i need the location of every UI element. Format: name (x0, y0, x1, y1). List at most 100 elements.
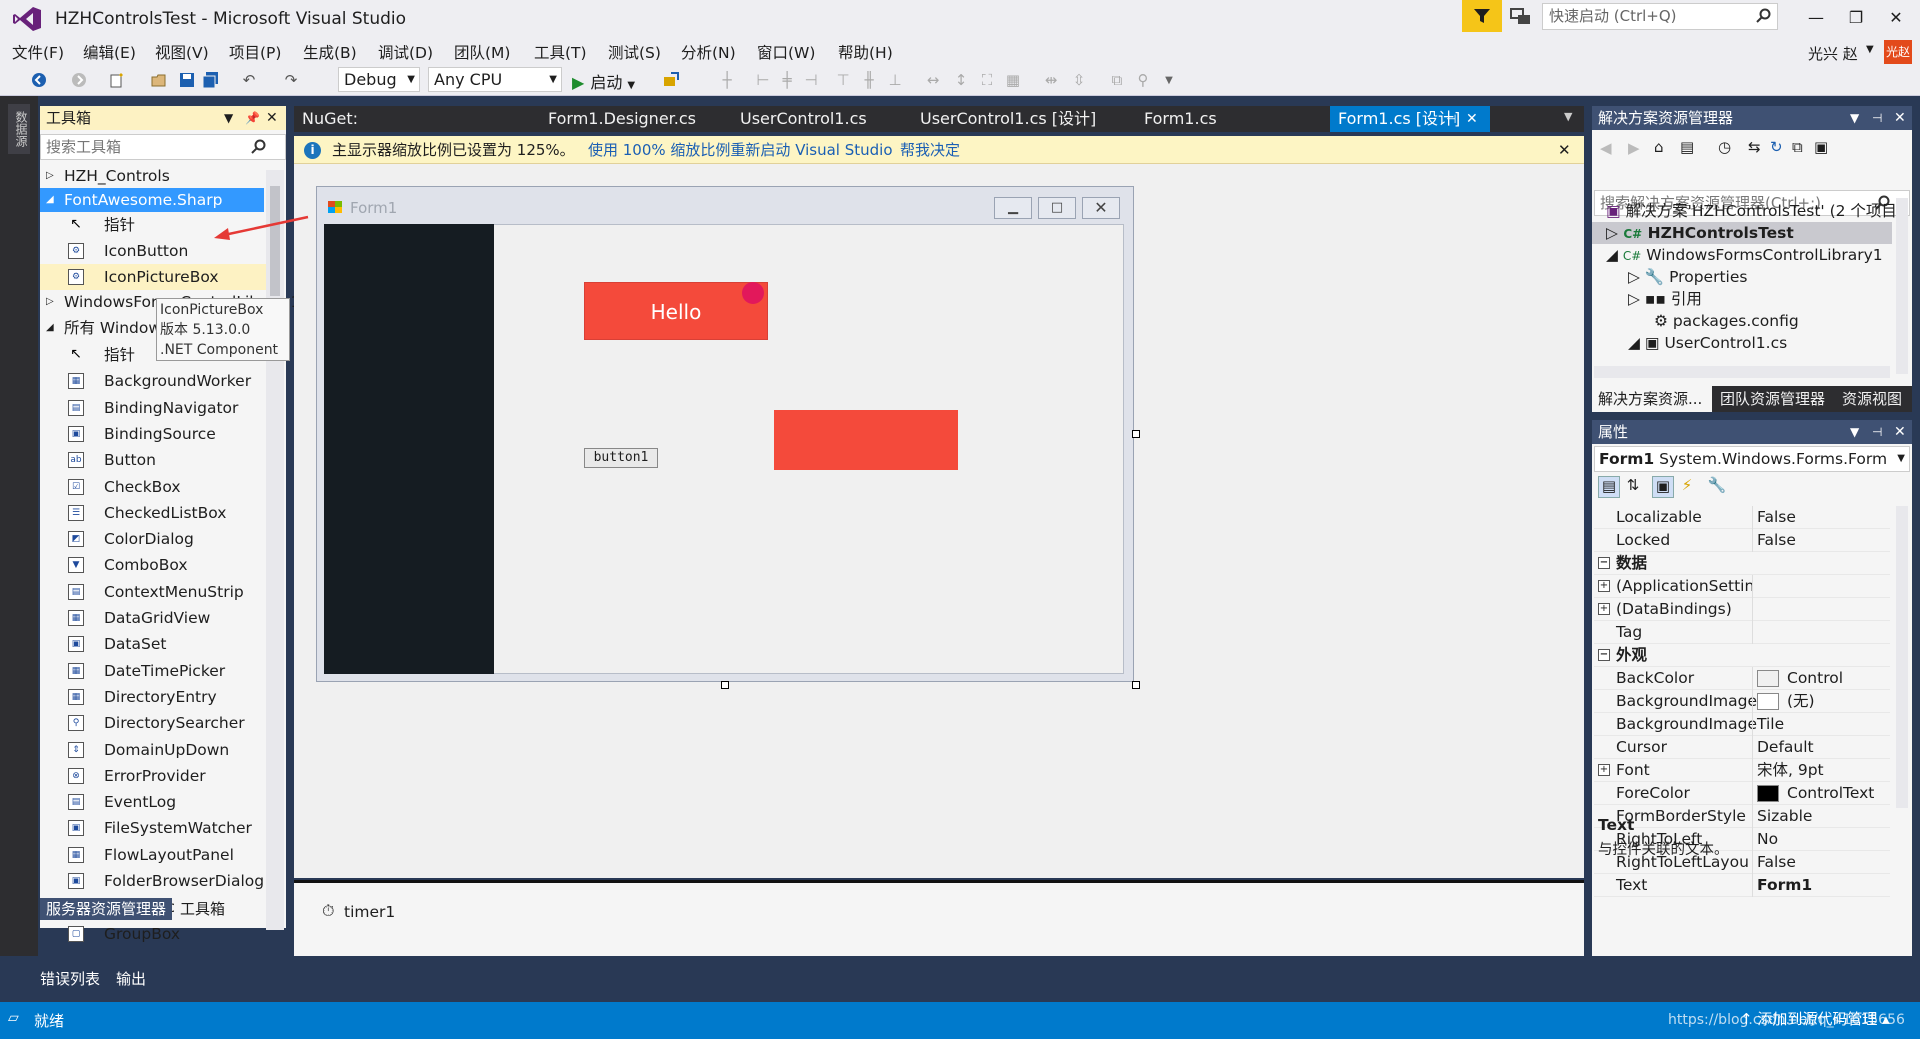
toolbox-item[interactable]: ▦ DirectoryEntry (40, 684, 266, 710)
toolbox-item[interactable]: ▦ FlowLayoutPanel (40, 842, 266, 868)
property-row[interactable]: Localizable False (1594, 506, 1890, 529)
platform-select[interactable]: Any CPU ▼ (428, 67, 562, 92)
collapse-icon[interactable]: ◢ (1628, 334, 1640, 352)
refresh-icon[interactable]: ↻ (1770, 138, 1783, 156)
search-icon[interactable] (1756, 8, 1772, 24)
tab-form1-cs[interactable]: Form1.cs (1136, 106, 1296, 132)
toolbox-item[interactable]: ab Button (40, 447, 266, 473)
home-icon[interactable]: ⌂ (1654, 138, 1664, 156)
maximize-button[interactable]: ❐ (1838, 4, 1874, 32)
properties-header[interactable]: 属性 ▼ ⊣ ✕ (1592, 420, 1912, 444)
property-value[interactable]: False (1752, 851, 1892, 874)
menu-edit[interactable]: 编辑(E) (83, 41, 136, 63)
tree-solution[interactable]: ▣ 解决方案'HZHControlsTest' (2 个项目 (1606, 200, 1897, 222)
pin-icon[interactable]: 📌 (245, 106, 260, 130)
button1[interactable]: button1 (584, 448, 658, 468)
resize-handle-corner[interactable] (1132, 681, 1140, 689)
back-icon[interactable]: ◀ (1600, 139, 1612, 157)
expand-icon[interactable]: ▷ (1606, 224, 1618, 242)
property-value[interactable]: Default (1752, 736, 1892, 759)
property-value[interactable]: No (1752, 828, 1892, 851)
property-row[interactable]: FormBorderStyle Sizable (1594, 805, 1890, 828)
spacing-vertical-icon[interactable]: ⇳ (1068, 69, 1090, 91)
collapse-all-icon[interactable]: ⧉ (1792, 138, 1803, 156)
forward-icon[interactable] (68, 69, 90, 91)
object-selector[interactable]: Form1 System.Windows.Forms.Form ▼ (1594, 446, 1910, 472)
toolbox-item[interactable]: ⊗ ErrorProvider (40, 763, 266, 789)
menu-window[interactable]: 窗口(W) (757, 41, 815, 63)
toolbox-item[interactable]: ▤ BindingNavigator (40, 395, 266, 421)
restart-100-link[interactable]: 使用 100% 缩放比例重新启动 Visual Studio (588, 136, 893, 164)
menu-help[interactable]: 帮助(H) (838, 41, 893, 63)
menu-file[interactable]: 文件(F) (12, 41, 64, 63)
bring-to-front-icon[interactable]: ⧉ (1106, 69, 1128, 91)
same-height-icon[interactable]: ↕ (950, 69, 972, 91)
close-icon[interactable]: ✕ (1558, 136, 1571, 164)
form-close-button[interactable]: ✕ (1082, 197, 1120, 219)
search-icon[interactable] (251, 139, 267, 155)
menu-debug[interactable]: 调试(D) (378, 41, 433, 63)
configuration-select[interactable]: Debug ▼ (338, 67, 420, 92)
history-icon[interactable]: ◷ (1718, 138, 1731, 156)
property-value[interactable]: 宋体, 9pt (1752, 759, 1892, 782)
toolbox-item[interactable]: ⚲ DirectorySearcher (40, 710, 266, 736)
properties-view-icon[interactable]: ▣ (1652, 476, 1674, 498)
expand-icon[interactable]: ▷ (1628, 290, 1640, 308)
property-value[interactable]: ControlText (1752, 782, 1892, 805)
collapse-icon[interactable]: ◢ (46, 316, 54, 340)
property-value[interactable] (1752, 621, 1892, 644)
property-value[interactable]: False (1752, 506, 1892, 529)
expand-icon[interactable]: + (1598, 580, 1610, 592)
align-middle-icon[interactable]: ╫ (858, 69, 880, 91)
start-button[interactable]: ▶ 启动 ▼ (572, 69, 635, 93)
property-category[interactable]: − 数据 (1594, 552, 1890, 575)
menu-team[interactable]: 团队(M) (454, 41, 510, 63)
toolbox-item[interactable]: ▤ EventLog (40, 789, 266, 815)
expand-icon[interactable]: ▷ (46, 290, 54, 314)
toolbox-item[interactable]: ☑ CheckBox (40, 474, 266, 500)
close-button[interactable]: ✕ (1878, 4, 1914, 32)
tab-resource-view[interactable]: 资源视图 (1836, 386, 1912, 412)
toolbox-header[interactable]: 工具箱 ▼ 📌 ✕ (40, 106, 286, 130)
align-grid-icon[interactable]: ┼ (716, 69, 738, 91)
same-size-icon[interactable]: ⛶ (976, 69, 998, 91)
align-right-icon[interactable]: ⊣ (800, 69, 822, 91)
property-value[interactable]: (无) (1752, 690, 1892, 713)
tray-component-timer1[interactable]: timer1 (344, 903, 395, 921)
tab-error-list[interactable]: 错误列表 (40, 968, 100, 989)
property-row[interactable]: Locked False (1594, 529, 1890, 552)
toolbox-item-iconpicturebox[interactable]: ⚙ IconPictureBox (40, 264, 266, 290)
tree-project-library[interactable]: ◢ C# WindowsFormsControlLibrary1 (1606, 244, 1883, 266)
property-row[interactable]: Cursor Default (1594, 736, 1890, 759)
dark-side-panel[interactable] (324, 224, 494, 674)
align-left-icon[interactable]: ⊢ (752, 69, 774, 91)
chevron-down-icon[interactable]: ▼ (224, 106, 233, 130)
menu-view[interactable]: 视图(V) (155, 41, 209, 63)
browser-link-icon[interactable] (660, 69, 682, 91)
property-row[interactable]: Text Form1 (1594, 874, 1890, 897)
menu-test[interactable]: 测试(S) (608, 41, 661, 63)
collapse-icon[interactable]: − (1598, 557, 1610, 569)
tree-packages-config[interactable]: ⚙ packages.config (1654, 310, 1799, 332)
sync-icon[interactable]: ⇆ (1748, 138, 1761, 156)
chevron-down-icon[interactable]: ▼ (1850, 106, 1859, 130)
form-maximize-button[interactable]: □ (1038, 197, 1076, 219)
show-all-files-icon[interactable]: ▣ (1814, 138, 1828, 156)
close-icon[interactable]: ✕ (1466, 106, 1478, 132)
feedback-icon[interactable] (1509, 6, 1533, 28)
toolbox-group[interactable]: ▷ HZH_Controls (40, 164, 266, 188)
alphabetical-icon[interactable]: ⇅ (1622, 476, 1644, 494)
close-icon[interactable]: ✕ (1894, 106, 1906, 130)
menu-tools[interactable]: 工具(T) (534, 41, 587, 63)
tree-project-hzhcontrolstest[interactable]: ▷ C# HZHControlsTest (1592, 222, 1892, 244)
categorized-icon[interactable]: ▤ (1598, 476, 1620, 498)
property-pages-icon[interactable]: 🔧 (1706, 476, 1728, 494)
chevron-down-icon[interactable]: ▼ (1866, 44, 1874, 55)
toolbox-item[interactable]: ◩ ColorDialog (40, 526, 266, 552)
toolbox-item[interactable]: ▣ DataSet (40, 631, 266, 657)
toolbox-item[interactable]: ▦ DataGridView (40, 605, 266, 631)
collapse-icon[interactable]: ◢ (1606, 246, 1618, 264)
toolbox-item[interactable]: ▤ ContextMenuStrip (40, 579, 266, 605)
solution-vertical-scrollbar[interactable] (1896, 198, 1908, 374)
user-name[interactable]: 光兴 赵 (1808, 43, 1858, 64)
